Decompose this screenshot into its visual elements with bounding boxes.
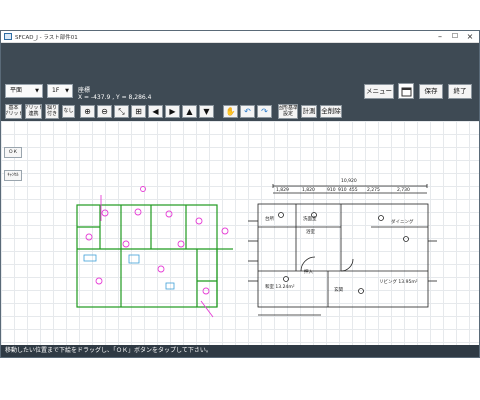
room-label-closet: 押入 bbox=[304, 268, 313, 275]
arrow-left-icon: ◀ bbox=[152, 107, 159, 116]
minimize-icon[interactable]: – bbox=[433, 31, 447, 42]
exit-button[interactable]: 終了 bbox=[448, 84, 472, 99]
zoom-out-button[interactable]: ⊖ bbox=[97, 105, 112, 118]
menu-button[interactable]: メニュー bbox=[364, 84, 394, 99]
app-icon bbox=[4, 33, 12, 40]
snap-none-button[interactable]: なし bbox=[62, 105, 75, 118]
dim-label-1: 1,829 bbox=[276, 187, 289, 193]
floor-value: 1F bbox=[52, 87, 60, 94]
snap-button[interactable]: 掴り 付き bbox=[45, 104, 59, 119]
room-label-dining: ダイニング bbox=[391, 218, 414, 225]
room-label-japanese: 和室 13.24m² bbox=[265, 283, 295, 290]
room-label-entrance: 玄関 bbox=[334, 286, 343, 293]
pan-left-button[interactable]: ◀ bbox=[148, 105, 163, 118]
undo-button[interactable]: ↶ bbox=[240, 105, 255, 118]
basic-grid-button[interactable]: 基本グリッド bbox=[5, 104, 22, 119]
pan-down-button[interactable]: ▼ bbox=[199, 105, 214, 118]
pan-right-button[interactable]: ▶ bbox=[165, 105, 180, 118]
redo-button[interactable]: ↷ bbox=[257, 105, 272, 118]
redo-icon: ↷ bbox=[261, 107, 268, 116]
zoom-fit-button[interactable]: ⊞ bbox=[131, 105, 146, 118]
room-label-washroom: 洗面室 bbox=[303, 215, 317, 222]
window-capture-icon bbox=[401, 87, 411, 96]
dim-label-6: 2,275 bbox=[367, 187, 380, 193]
undo-icon: ↶ bbox=[244, 107, 251, 116]
drawing-canvas[interactable]: ＯＫ ｷｬﾝｾﾙ 10,920 1,829 1,820 910 910 455 … bbox=[1, 121, 479, 345]
pan-up-button[interactable]: ▲ bbox=[182, 105, 197, 118]
room-label-bath: 浴室 bbox=[306, 228, 315, 235]
chevron-down-icon: ▼ bbox=[35, 88, 39, 94]
view-mode-value: 平面 bbox=[10, 87, 23, 94]
zoom-window-button[interactable]: ⤡ bbox=[114, 105, 129, 118]
hand-icon: ✋ bbox=[225, 107, 236, 116]
zoom-out-icon: ⊖ bbox=[101, 107, 108, 116]
arrow-down-icon: ▼ bbox=[203, 107, 210, 116]
room-label-kitchen: 台所 bbox=[265, 215, 274, 222]
arrow-right-icon: ▶ bbox=[169, 107, 176, 116]
set-base-button[interactable]: 固形基準 設定 bbox=[278, 104, 298, 119]
zoom-in-button[interactable]: ⊕ bbox=[80, 105, 95, 118]
chevron-down-icon: ▼ bbox=[65, 88, 69, 94]
delete-all-button[interactable]: 全削除 bbox=[320, 105, 342, 118]
screenshot-button[interactable] bbox=[398, 83, 414, 99]
room-label-living: リビング 13.95m² bbox=[379, 278, 418, 285]
maximize-icon[interactable]: ☐ bbox=[448, 31, 462, 42]
app-window: SFCAD_J ‐ ラスト部件01 – ☐ × 平面 ▼ 1F ▼ 座標 X = -… bbox=[0, 30, 480, 358]
underlay-plan-image bbox=[248, 184, 437, 316]
cad-floor-plan bbox=[76, 204, 233, 308]
toolbar: 平面 ▼ 1F ▼ 座標 X = -437.9 , Y = 8,286.4 メニュー… bbox=[1, 43, 479, 138]
dim-label-5: 455 bbox=[349, 187, 358, 193]
arrow-up-icon: ▲ bbox=[186, 107, 193, 116]
dim-label-7: 2,730 bbox=[397, 187, 410, 193]
zoom-fit-icon: ⊞ bbox=[135, 107, 142, 116]
dim-top-label: 10,920 bbox=[341, 178, 357, 184]
save-button[interactable]: 保存 bbox=[419, 84, 443, 99]
cad-markers bbox=[85, 186, 229, 318]
dim-label-2: 1,820 bbox=[302, 187, 315, 193]
dim-label-3: 910 bbox=[327, 187, 336, 193]
title-bar: SFCAD_J ‐ ラスト部件01 – ☐ × bbox=[1, 31, 479, 43]
coord-title: 座標 bbox=[78, 87, 91, 94]
window-title: SFCAD_J ‐ ラスト部件01 bbox=[15, 35, 78, 41]
floor-plan-drawing: 10,920 1,829 1,820 910 910 455 2,275 2,7… bbox=[76, 178, 437, 318]
coord-readout: X = -437.9 , Y = 8,286.4 bbox=[78, 94, 152, 101]
status-bar: 移動したい位置まで下絵をドラッグし、「ＯＫ」ボタンをタップして下さい。 bbox=[1, 345, 479, 357]
measure-button[interactable]: 計測 bbox=[301, 105, 317, 118]
view-mode-select[interactable]: 平面 ▼ bbox=[5, 84, 43, 98]
floor-select[interactable]: 1F ▼ bbox=[47, 84, 73, 98]
zoom-in-icon: ⊕ bbox=[84, 107, 91, 116]
grid-link-button[interactable]: グリッド連携 bbox=[25, 104, 42, 119]
close-icon[interactable]: × bbox=[463, 31, 477, 42]
dim-label-4: 910 bbox=[338, 187, 347, 193]
zoom-window-icon: ⤡ bbox=[118, 106, 125, 116]
pan-hand-button[interactable]: ✋ bbox=[223, 105, 238, 118]
